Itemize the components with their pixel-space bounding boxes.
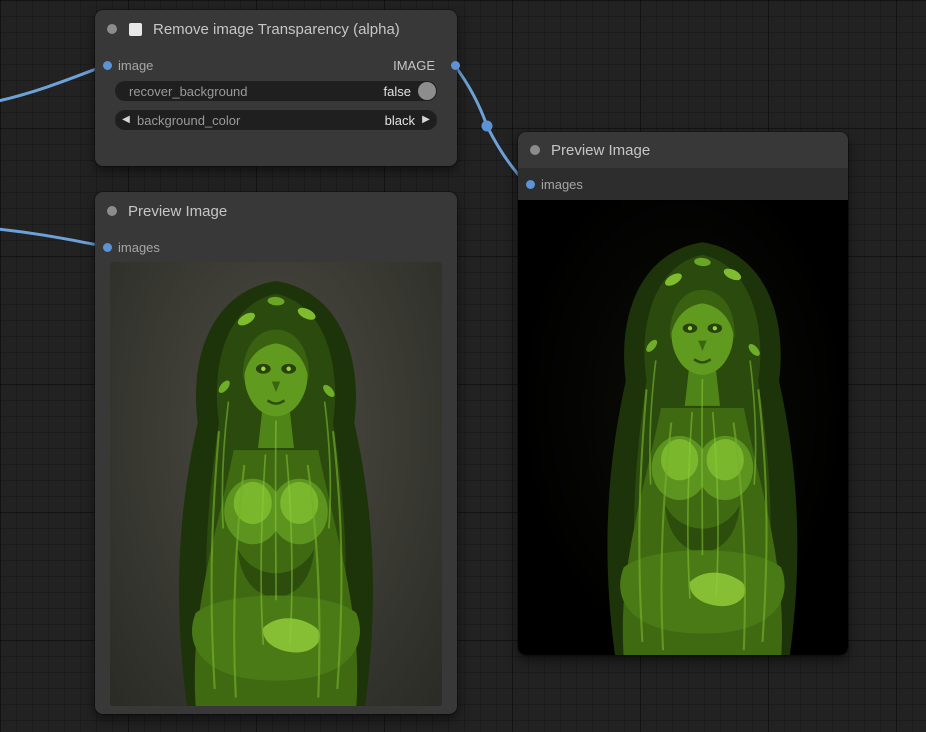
widget-recover-background[interactable]: recover_background false — [115, 81, 437, 101]
collapse-box-icon[interactable] — [129, 23, 142, 36]
widget-value: false — [384, 84, 411, 99]
node-header[interactable]: Preview Image — [518, 132, 848, 168]
input-slot-label: images — [541, 177, 583, 192]
combo-left-arrow-icon[interactable]: ◀ — [115, 110, 137, 130]
node-status-dot — [107, 206, 117, 216]
output-slot-image[interactable] — [451, 61, 460, 70]
node-title: Preview Image — [128, 203, 227, 220]
node-remove-image-transparency[interactable]: Remove image Transparency (alpha) image … — [95, 10, 457, 166]
node-title: Remove image Transparency (alpha) — [153, 21, 400, 38]
toggle-knob-icon[interactable] — [418, 82, 436, 100]
widget-value: black — [385, 113, 415, 128]
node-status-dot — [530, 145, 540, 155]
node-preview-image-right[interactable]: Preview Image images — [518, 132, 848, 655]
node-header[interactable]: Preview Image — [95, 192, 457, 230]
node-status-dot — [107, 24, 117, 34]
input-slot-label: image — [118, 58, 153, 73]
combo-right-arrow-icon[interactable]: ▶ — [415, 110, 437, 130]
widget-label: background_color — [137, 113, 240, 128]
widget-background-color[interactable]: ◀ background_color black ▶ — [115, 110, 437, 130]
input-slot-images[interactable] — [103, 243, 112, 252]
node-header[interactable]: Remove image Transparency (alpha) — [95, 10, 457, 48]
link-midpoint-dot — [482, 121, 493, 132]
input-slot-images[interactable] — [526, 180, 535, 189]
widget-label: recover_background — [129, 84, 248, 99]
input-slot-image[interactable] — [103, 61, 112, 70]
node-preview-image-left[interactable]: Preview Image images — [95, 192, 457, 714]
input-slot-label: images — [118, 240, 160, 255]
node-title: Preview Image — [551, 142, 650, 159]
output-slot-label: IMAGE — [393, 58, 435, 73]
preview-image-right — [518, 200, 848, 655]
preview-image-left — [110, 262, 442, 706]
